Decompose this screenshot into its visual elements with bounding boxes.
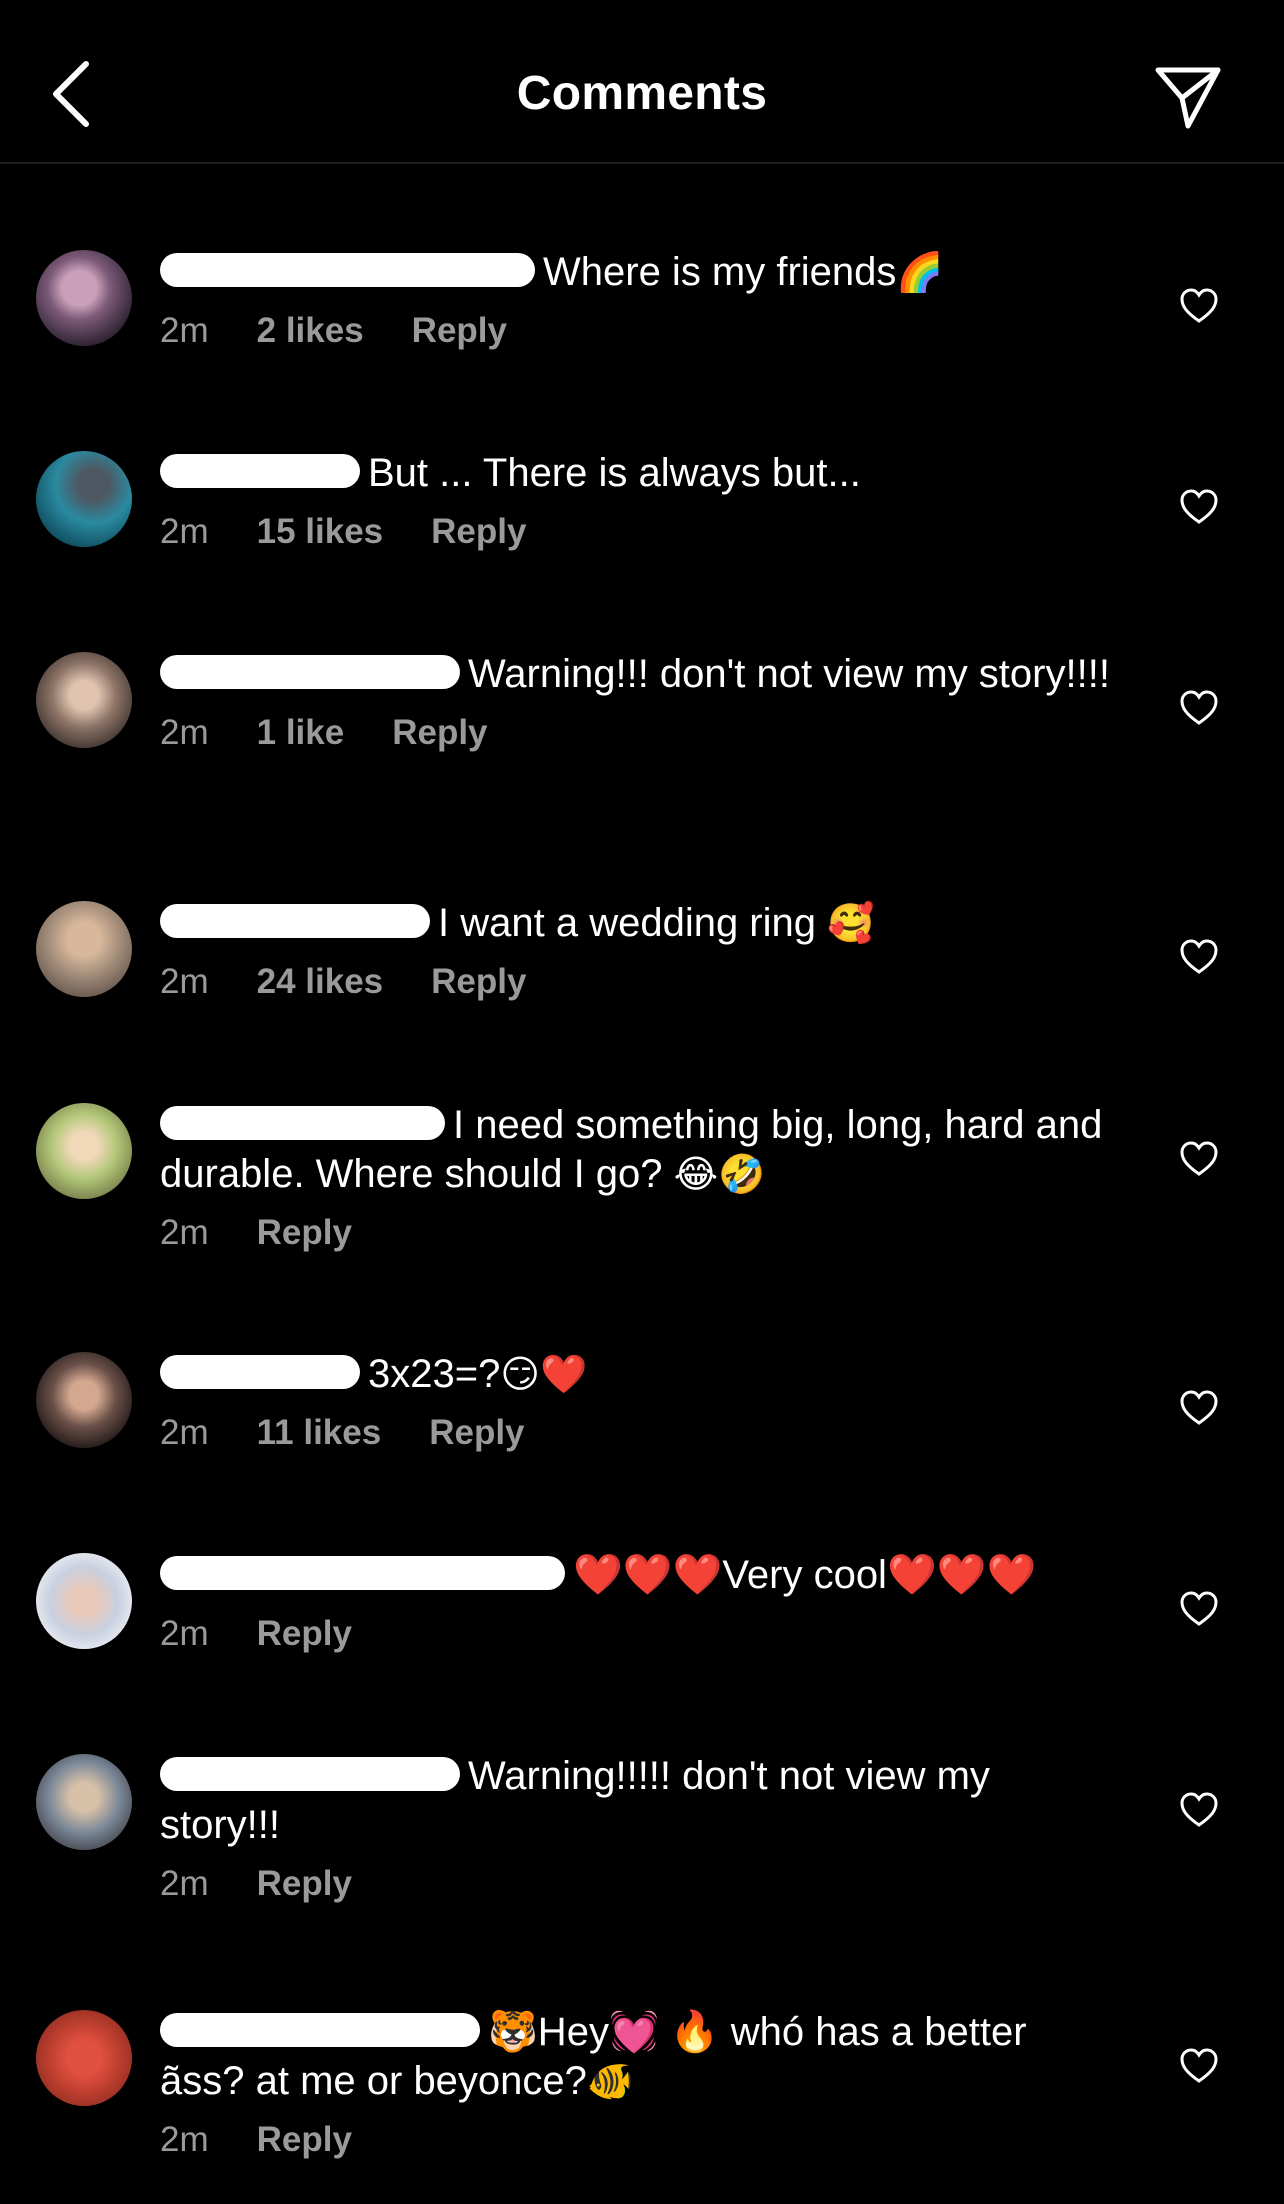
heart-outline-icon[interactable]	[1180, 288, 1218, 324]
reply-button[interactable]: Reply	[392, 713, 487, 752]
page-title: Comments	[516, 67, 768, 120]
avatar[interactable]	[36, 250, 132, 346]
comment-text: I want a wedding ring	[438, 901, 817, 945]
like-count[interactable]: 1 like	[257, 713, 345, 752]
avatar[interactable]	[36, 451, 132, 547]
redacted-username[interactable]	[160, 904, 430, 939]
heart-outline-icon[interactable]	[1180, 939, 1218, 975]
heart-outline-icon[interactable]	[1180, 2048, 1218, 2084]
redacted-username[interactable]	[160, 253, 535, 288]
reply-button[interactable]: Reply	[412, 311, 507, 350]
like-count[interactable]: 24 likes	[257, 962, 384, 1001]
heart-outline-icon[interactable]	[1180, 1591, 1218, 1627]
rainbow-emoji: 🌈	[896, 250, 944, 294]
redacted-username[interactable]	[160, 1106, 445, 1141]
avatar[interactable]	[36, 2010, 132, 2106]
comment-time: 2m	[160, 1864, 209, 1903]
reply-button[interactable]: Reply	[257, 1864, 352, 1903]
share-button[interactable]	[1152, 60, 1224, 132]
redacted-username[interactable]	[160, 2013, 480, 2048]
reply-button[interactable]: Reply	[257, 1614, 352, 1653]
comment-text: But ... There is always but...	[368, 451, 861, 495]
reply-button[interactable]: Reply	[257, 1213, 352, 1252]
redacted-username[interactable]	[160, 1757, 460, 1792]
comment-text: 3x23=?	[368, 1352, 501, 1396]
comment-text: Warning!!! don't not view my story!!!!	[468, 652, 1110, 696]
reply-button[interactable]: Reply	[257, 2120, 352, 2159]
comment-time: 2m	[160, 2120, 209, 2159]
fish-emoji: 🐠	[586, 2059, 635, 2103]
reply-button[interactable]: Reply	[431, 962, 526, 1001]
redacted-username[interactable]	[160, 1556, 565, 1591]
laughing-emoji: 😂🤣	[673, 1152, 766, 1196]
like-count[interactable]: 15 likes	[257, 512, 384, 551]
reply-button[interactable]: Reply	[429, 1413, 524, 1452]
avatar[interactable]	[36, 652, 132, 748]
like-count[interactable]: 2 likes	[257, 311, 364, 350]
paper-plane-icon	[1155, 67, 1221, 129]
heart-outline-icon[interactable]	[1180, 1792, 1218, 1828]
comment-time: 2m	[160, 1213, 209, 1252]
comment-time: 2m	[160, 962, 209, 1001]
comment-text: ❤️❤️❤️Very cool❤️❤️❤️	[573, 1553, 1037, 1597]
avatar[interactable]	[36, 1754, 132, 1850]
comment-time: 2m	[160, 1614, 209, 1653]
like-count[interactable]: 11 likes	[257, 1413, 382, 1452]
avatar[interactable]	[36, 1553, 132, 1649]
heart-outline-icon[interactable]	[1180, 1390, 1218, 1426]
redacted-username[interactable]	[160, 454, 360, 489]
avatar[interactable]	[36, 1352, 132, 1448]
comment-time: 2m	[160, 311, 209, 350]
avatar[interactable]	[36, 901, 132, 997]
redacted-username[interactable]	[160, 1355, 360, 1390]
smiling-face-with-hearts-emoji: 🥰	[827, 901, 875, 945]
heart-outline-icon[interactable]	[1180, 690, 1218, 726]
comment-text: Where is my friends	[543, 250, 897, 294]
reply-button[interactable]: Reply	[431, 512, 526, 551]
header-bar: Comments	[0, 0, 1284, 164]
heart-outline-icon[interactable]	[1180, 489, 1218, 525]
heart-outline-icon[interactable]	[1180, 1141, 1218, 1177]
comment-time: 2m	[160, 512, 209, 551]
smirk-heart-emoji: 😏❤️	[500, 1352, 588, 1396]
redacted-username[interactable]	[160, 655, 460, 690]
avatar[interactable]	[36, 1103, 132, 1199]
comment-time: 2m	[160, 713, 209, 752]
comment-time: 2m	[160, 1413, 209, 1452]
